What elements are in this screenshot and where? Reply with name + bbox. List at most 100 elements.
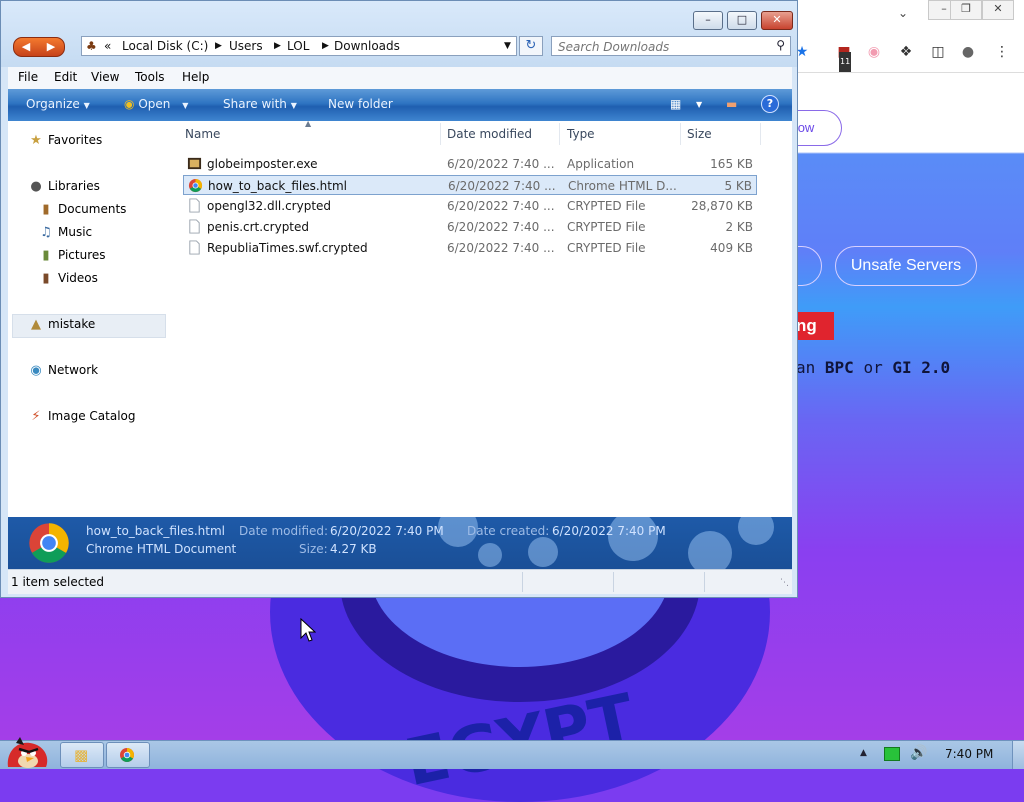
nav-image-catalog[interactable]: ⚡ Image Catalog xyxy=(28,409,135,424)
new-folder-button[interactable]: New folder xyxy=(328,97,393,111)
file-size: 5 KB xyxy=(724,179,752,193)
share-with-button[interactable]: Share with ▼ xyxy=(223,97,297,111)
nav-pictures[interactable]: ▮ Pictures xyxy=(38,248,106,263)
organize-button[interactable]: Organize ▼ xyxy=(26,97,90,111)
forward-arrow-icon[interactable]: ▶ xyxy=(39,38,63,56)
column-divider[interactable] xyxy=(559,123,560,145)
breadcrumb-users[interactable]: Users xyxy=(229,39,263,53)
warning-or: or xyxy=(853,358,893,377)
profile-avatar-icon[interactable]: ● xyxy=(958,42,978,62)
browser-restore-button[interactable]: ❐ xyxy=(950,0,982,20)
address-bar[interactable]: ♣ « Local Disk (C:) ▶ Users ▶ LOL ▶ Down… xyxy=(81,36,517,56)
address-dropdown-icon[interactable]: ▼ xyxy=(504,41,511,51)
nav-network[interactable]: ◉ Network xyxy=(28,363,98,378)
search-icon[interactable]: ⚲ xyxy=(776,38,785,52)
nav-videos[interactable]: ▮ Videos xyxy=(38,271,98,286)
extension-badge-icon[interactable]: ■11 xyxy=(834,42,854,72)
sort-ascending-icon: ▲ xyxy=(305,119,312,128)
column-header-type[interactable]: Type xyxy=(567,127,595,141)
nav-libraries[interactable]: ● Libraries xyxy=(28,179,100,194)
nav-libraries-label: Libraries xyxy=(48,179,100,193)
column-header-date[interactable]: Date modified xyxy=(447,127,532,141)
column-divider[interactable] xyxy=(760,123,761,145)
music-icon: ♫ xyxy=(40,225,52,240)
refresh-button[interactable]: ↻ xyxy=(519,36,543,56)
nav-favorites[interactable]: ★ Favorites xyxy=(28,133,102,148)
maximize-button[interactable]: □ xyxy=(727,11,757,30)
change-view-icon[interactable]: ▦ xyxy=(670,97,681,111)
show-desktop-button[interactable] xyxy=(1012,741,1024,769)
start-button-angry-bird-icon[interactable] xyxy=(2,731,54,769)
file-type: CRYPTED File xyxy=(567,199,646,213)
breadcrumb-separator-icon[interactable]: ▶ xyxy=(322,41,329,51)
column-header-size[interactable]: Size xyxy=(687,127,712,141)
status-divider xyxy=(613,572,614,592)
tab-dropdown-icon[interactable]: ⌄ xyxy=(898,6,908,20)
warning-bpc: BPC xyxy=(824,358,854,377)
view-dropdown-icon[interactable]: ▼ xyxy=(696,100,702,109)
extensions-puzzle-icon[interactable]: ❖ xyxy=(896,42,916,62)
taskbar-clock[interactable]: 7:40 PM xyxy=(945,747,993,761)
decorative-bubble xyxy=(738,517,774,545)
menu-file[interactable]: File xyxy=(18,70,38,84)
column-divider[interactable] xyxy=(680,123,681,145)
close-button[interactable]: ✕ xyxy=(761,11,793,30)
breadcrumb-separator-icon[interactable]: ▶ xyxy=(274,41,281,51)
help-icon[interactable]: ? xyxy=(761,95,779,113)
taskbar-explorer-button[interactable]: ▩ xyxy=(60,742,104,768)
status-bar: 1 item selected ⋱ xyxy=(8,569,792,594)
nav-documents[interactable]: ▮ Documents xyxy=(38,202,126,217)
breadcrumb-lol[interactable]: LOL xyxy=(287,39,309,53)
file-row[interactable]: RepubliaTimes.swf.crypted 6/20/2022 7:40… xyxy=(183,238,757,258)
breadcrumb-separator-icon[interactable]: ▶ xyxy=(215,41,222,51)
show-hidden-icons-icon[interactable]: ▲ xyxy=(860,748,867,758)
file-type: Application xyxy=(567,157,635,171)
file-row[interactable]: opengl32.dll.crypted 6/20/2022 7:40 ... … xyxy=(183,196,757,216)
chrome-icon xyxy=(188,178,203,193)
file-row-selected[interactable]: how_to_back_files.html 6/20/2022 7:40 ..… xyxy=(183,175,757,195)
chrome-icon xyxy=(120,748,134,762)
side-panel-icon[interactable]: ◫ xyxy=(928,42,948,62)
unsafe-servers-button[interactable]: Unsafe Servers xyxy=(835,246,977,286)
nav-videos-label: Videos xyxy=(58,271,98,285)
navigation-buttons: ◀ ▶ xyxy=(13,37,65,57)
nav-user-mistake[interactable]: ▲ mistake xyxy=(28,317,95,332)
nav-network-label: Network xyxy=(48,363,99,377)
menu-edit[interactable]: Edit xyxy=(54,70,77,84)
menu-help[interactable]: Help xyxy=(182,70,209,84)
menu-tools[interactable]: Tools xyxy=(135,70,165,84)
browser-menu-icon[interactable]: ⋮ xyxy=(992,42,1012,62)
extension-flag-icon[interactable]: ◉ xyxy=(864,42,884,62)
documents-icon: ▮ xyxy=(42,202,50,217)
preview-pane-icon[interactable]: ▬ xyxy=(726,97,737,111)
search-input[interactable] xyxy=(556,38,770,56)
file-row[interactable]: penis.crt.crypted 6/20/2022 7:40 ... CRY… xyxy=(183,217,757,237)
minimize-button[interactable]: – xyxy=(693,11,723,30)
resize-grip-icon[interactable]: ⋱ xyxy=(780,578,789,588)
search-box[interactable]: ⚲ xyxy=(551,36,791,56)
nav-user-label: mistake xyxy=(48,317,96,331)
battery-power-icon[interactable] xyxy=(884,747,900,761)
breadcrumb-local-disk[interactable]: Local Disk (C:) xyxy=(122,39,208,53)
column-header-name[interactable]: Name xyxy=(185,127,220,141)
taskbar-chrome-button[interactable] xyxy=(106,742,150,768)
menu-view[interactable]: View xyxy=(91,70,119,84)
file-row[interactable]: globeimposter.exe 6/20/2022 7:40 ... App… xyxy=(183,154,757,174)
back-arrow-icon[interactable]: ◀ xyxy=(14,38,38,56)
nav-music[interactable]: ♫ Music xyxy=(38,225,92,240)
browser-close-button[interactable]: ✕ xyxy=(982,0,1014,20)
open-button[interactable]: ◉ Open ▼ xyxy=(124,97,188,111)
status-divider xyxy=(704,572,705,592)
blank-file-icon xyxy=(189,219,200,234)
details-created-value: 6/20/2022 7:40 PM xyxy=(552,524,666,538)
overflow-chevron-icon[interactable]: « xyxy=(104,39,111,53)
nav-favorites-label: Favorites xyxy=(48,133,103,147)
details-created-label: Date created: xyxy=(467,524,550,538)
status-divider xyxy=(522,572,523,592)
share-with-label: Share with xyxy=(223,97,287,111)
column-divider[interactable] xyxy=(440,123,441,145)
nav-pictures-label: Pictures xyxy=(58,248,106,262)
nav-music-label: Music xyxy=(58,225,93,239)
breadcrumb-downloads[interactable]: Downloads xyxy=(334,39,400,53)
volume-icon[interactable]: 🔊 xyxy=(910,745,927,761)
